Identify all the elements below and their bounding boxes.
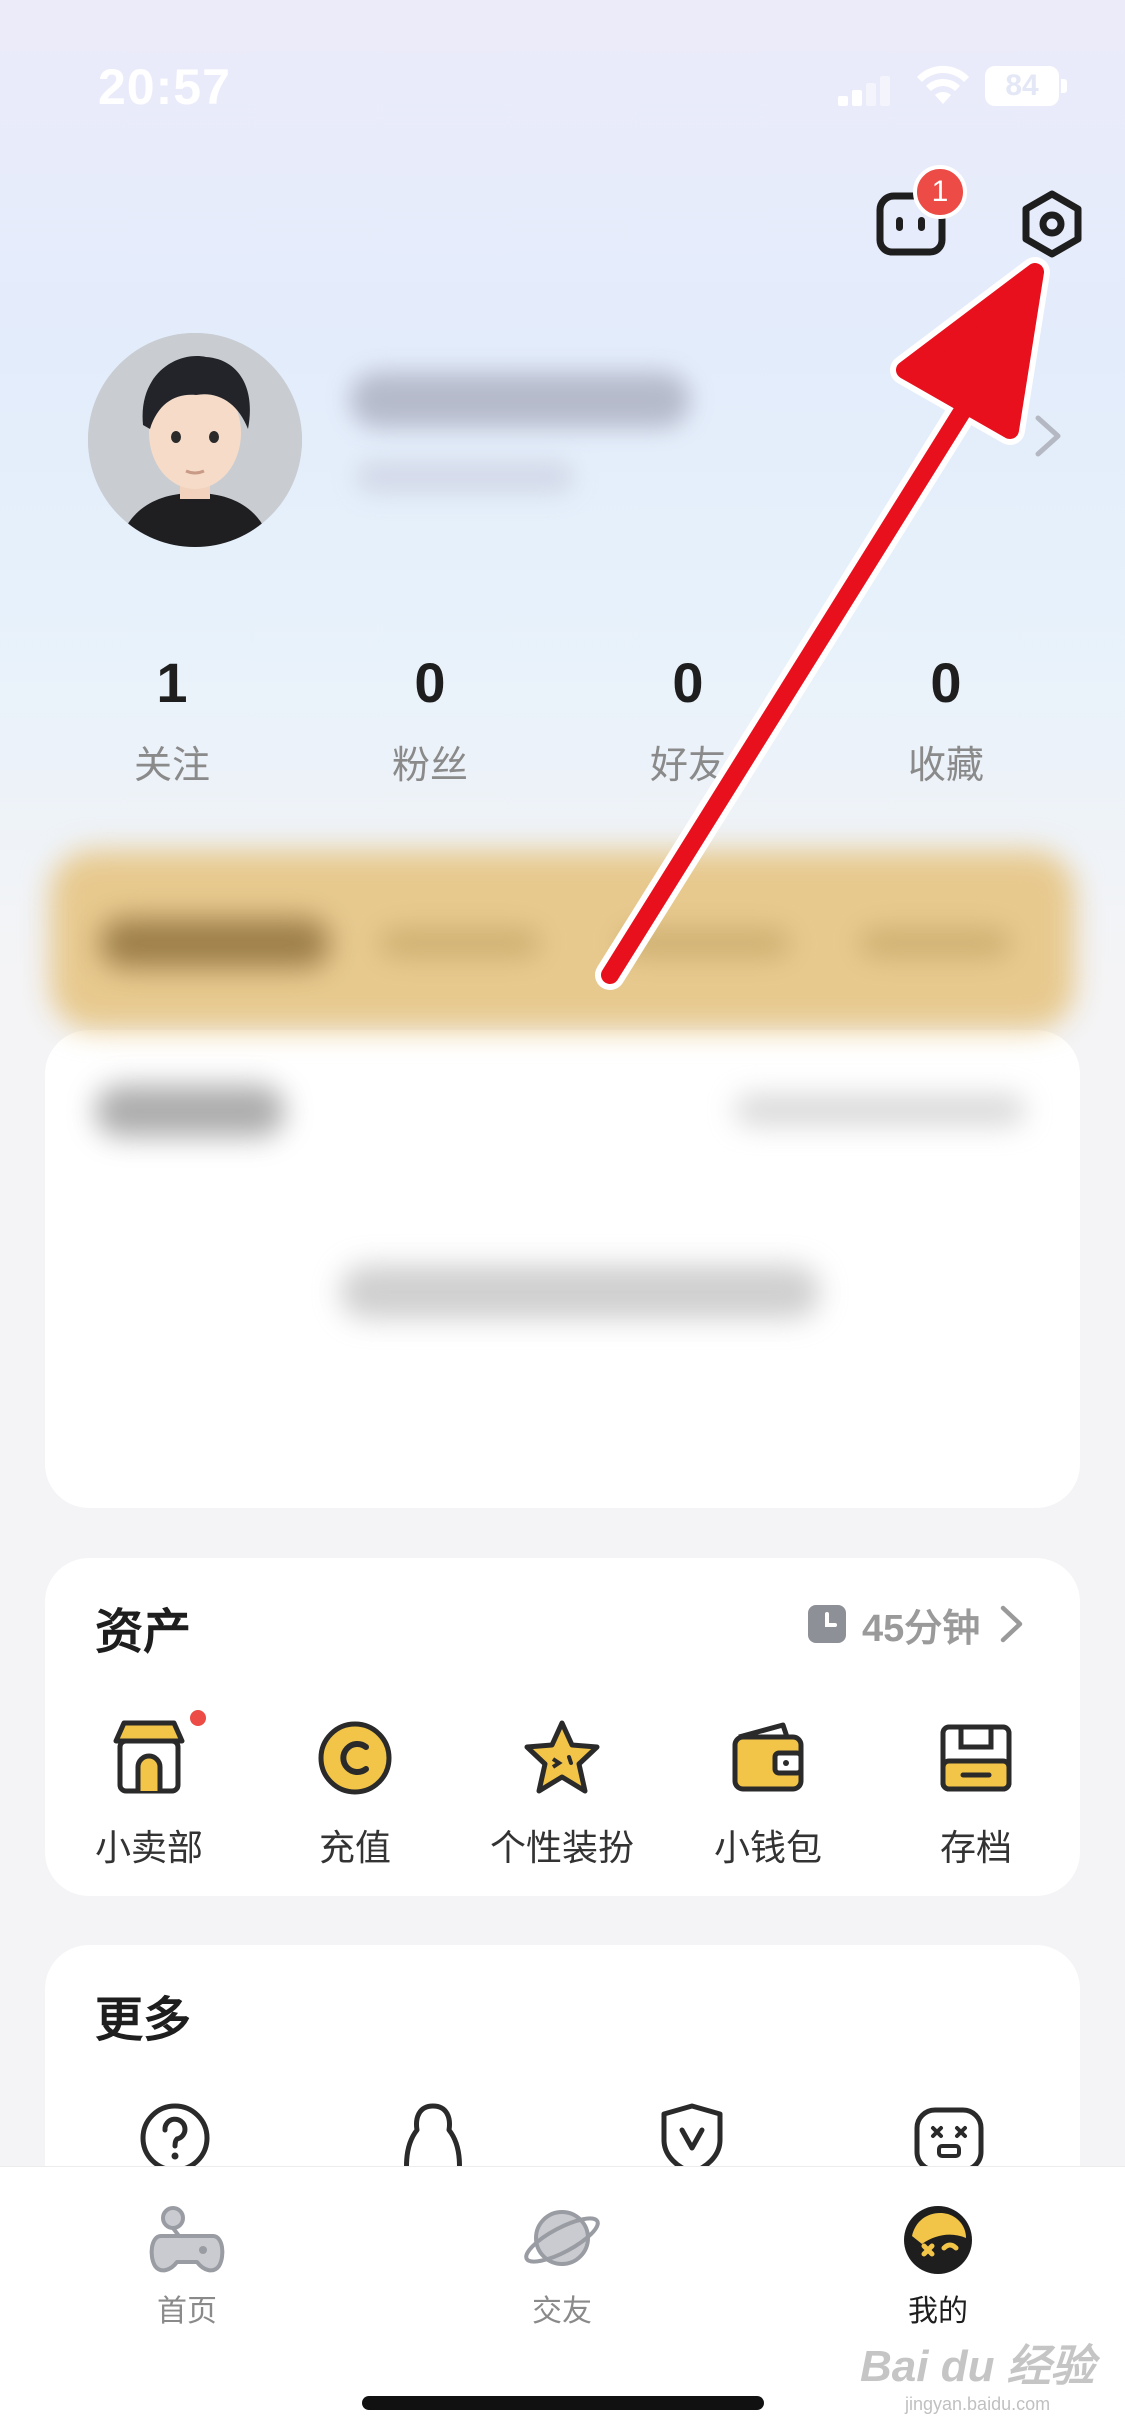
wallet-icon xyxy=(732,1722,804,1792)
section-link-blurred[interactable] xyxy=(735,1095,1025,1125)
message-badge: 1 xyxy=(913,165,967,219)
stat-label: 关注 xyxy=(133,745,210,787)
avatar[interactable] xyxy=(88,333,302,547)
asset-label: 充值 xyxy=(318,1827,391,1868)
stat-following[interactable]: 1 关注 xyxy=(72,650,272,789)
stat-value: 0 xyxy=(414,651,446,714)
tab-label: 交友 xyxy=(532,2295,592,2328)
tab-friends[interactable]: 交友 xyxy=(462,2196,662,2330)
stat-value: 1 xyxy=(156,651,188,714)
assets-title: 资产 xyxy=(95,1606,192,1659)
membership-title-blurred xyxy=(100,918,330,968)
tab-label: 我的 xyxy=(908,2295,968,2328)
help-icon[interactable] xyxy=(137,2100,213,2176)
play-time-text: 45分钟 xyxy=(862,1607,981,1650)
play-time[interactable]: 45分钟 xyxy=(808,1600,1026,1650)
wifi-icon xyxy=(917,65,969,104)
more-title: 更多 xyxy=(95,1994,192,2047)
shield-icon[interactable] xyxy=(654,2100,730,2176)
section-title-blurred xyxy=(95,1085,285,1137)
home-indicator[interactable] xyxy=(362,2396,764,2410)
section-content-blurred xyxy=(340,1265,820,1319)
stat-label: 收藏 xyxy=(907,745,984,787)
shop-icon xyxy=(113,1720,185,1794)
asset-label: 个性装扮 xyxy=(489,1827,634,1868)
watermark-logo: Bai du 经验 xyxy=(860,2342,1095,2391)
battery-icon: 84 xyxy=(985,66,1059,106)
signal-icon xyxy=(838,76,890,106)
person-icon[interactable] xyxy=(395,2100,471,2176)
user-subtitle-blurred xyxy=(355,460,575,494)
status-time: 20:57 xyxy=(98,59,231,115)
game-icon xyxy=(149,2206,225,2273)
battery-level: 84 xyxy=(1005,69,1039,102)
stat-value: 0 xyxy=(930,651,962,714)
asset-label: 小钱包 xyxy=(713,1827,822,1868)
asset-label: 小卖部 xyxy=(94,1827,203,1868)
avatar-illustration xyxy=(88,333,302,547)
stat-label: 好友 xyxy=(649,745,726,787)
asset-recharge[interactable]: 充值 xyxy=(260,1715,450,1871)
stat-label: 粉丝 xyxy=(391,745,468,787)
stat-friends[interactable]: 0 好友 xyxy=(588,650,788,789)
me-icon xyxy=(904,2206,972,2274)
stat-fans[interactable]: 0 粉丝 xyxy=(330,650,530,789)
planet-icon xyxy=(524,2210,600,2266)
status-bar: 20:57 84 xyxy=(0,0,1125,140)
robot-icon[interactable] xyxy=(911,2100,987,2176)
star-icon xyxy=(524,1720,600,1794)
save-icon xyxy=(940,1724,1012,1792)
asset-label: 存档 xyxy=(939,1827,1012,1868)
username-blurred[interactable] xyxy=(350,372,690,428)
settings-icon[interactable] xyxy=(1018,190,1086,258)
notification-dot xyxy=(190,1710,206,1726)
tab-me[interactable]: 我的 xyxy=(838,2196,1038,2330)
asset-shop[interactable]: 小卖部 xyxy=(54,1715,244,1871)
stat-favorites[interactable]: 0 收藏 xyxy=(846,650,1046,789)
clock-icon xyxy=(808,1605,846,1643)
asset-wallet[interactable]: 小钱包 xyxy=(673,1715,863,1871)
chevron-right-icon[interactable] xyxy=(1030,412,1066,460)
coin-icon xyxy=(318,1721,392,1795)
asset-save[interactable]: 存档 xyxy=(881,1715,1071,1871)
asset-dressup[interactable]: 个性装扮 xyxy=(467,1715,657,1871)
chevron-right-icon xyxy=(1001,1605,1023,1643)
watermark-url: jingyan.baidu.com xyxy=(905,2394,1051,2414)
tab-label: 首页 xyxy=(157,2295,217,2328)
stat-value: 0 xyxy=(672,651,704,714)
tab-home[interactable]: 首页 xyxy=(87,2196,287,2330)
